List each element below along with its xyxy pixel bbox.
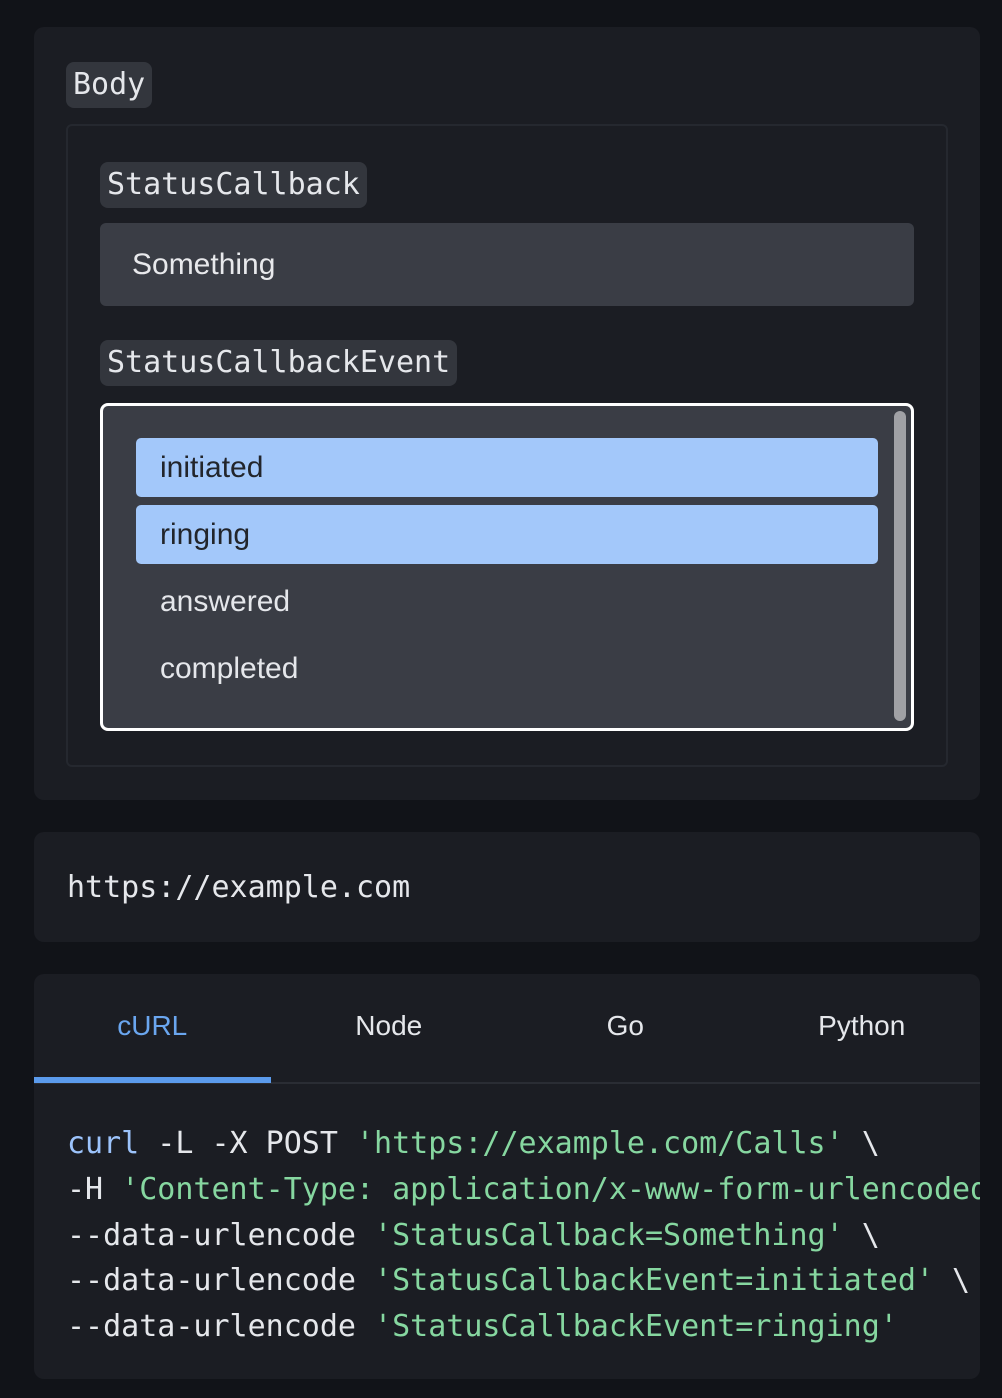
tab-curl[interactable]: cURL	[34, 974, 271, 1082]
option-answered[interactable]: answered	[136, 572, 878, 631]
code-string: 'StatusCallbackEvent=ringing'	[374, 1309, 898, 1344]
code-string: 'StatusCallbackEvent=initiated'	[374, 1263, 934, 1299]
code-string: 'StatusCallback=Something'	[374, 1217, 844, 1253]
code-flags: -L -X POST	[139, 1126, 356, 1161]
code-continuation: \	[843, 1126, 880, 1161]
status-callback-event-select[interactable]: initiated ringing answered completed	[100, 403, 914, 731]
request-url: https://example.com	[67, 870, 411, 905]
tab-python[interactable]: Python	[744, 974, 981, 1082]
url-panel: https://example.com	[34, 832, 980, 942]
code-continuation: \	[933, 1263, 971, 1299]
tab-node[interactable]: Node	[271, 974, 508, 1082]
body-label: Body	[66, 62, 153, 108]
code-flags: --data-urlencode	[67, 1309, 375, 1344]
code-flags: -H	[67, 1171, 122, 1207]
code-flags: --data-urlencode	[67, 1217, 375, 1253]
code-continuation: \	[843, 1217, 880, 1253]
code-line: --data-urlencode 'StatusCallbackEvent=in…	[67, 1258, 980, 1304]
tab-go[interactable]: Go	[507, 974, 744, 1082]
code-line: --data-urlencode 'StatusCallback=Somethi…	[67, 1213, 980, 1259]
listbox-scrollbar[interactable]	[894, 411, 906, 721]
active-tab-indicator	[34, 1077, 271, 1083]
code-command: curl	[67, 1126, 140, 1161]
status-callback-event-label: StatusCallbackEvent	[100, 340, 458, 386]
code-line: curl -L -X POST 'https://example.com/Cal…	[67, 1121, 980, 1167]
code-string: 'https://example.com/Calls'	[356, 1126, 844, 1161]
language-tabs: cURL Node Go Python	[34, 974, 980, 1084]
code-string: 'Content-Type: application/x-www-form-ur…	[121, 1171, 980, 1207]
option-completed[interactable]: completed	[136, 639, 878, 698]
option-ringing[interactable]: ringing	[136, 505, 878, 564]
code-line: --data-urlencode 'StatusCallbackEvent=ri…	[67, 1304, 980, 1350]
code-panel: cURL Node Go Python curl -L -X POST 'htt…	[34, 974, 980, 1379]
code-snippet: curl -L -X POST 'https://example.com/Cal…	[67, 1121, 980, 1350]
body-fields-frame: StatusCallback Something StatusCallbackE…	[66, 124, 948, 767]
body-panel: Body StatusCallback Something StatusCall…	[34, 27, 980, 800]
code-flags: --data-urlencode	[67, 1263, 375, 1299]
code-line: -H 'Content-Type: application/x-www-form…	[67, 1167, 980, 1213]
option-initiated[interactable]: initiated	[136, 438, 878, 497]
status-callback-label: StatusCallback	[100, 162, 367, 208]
status-callback-input[interactable]: Something	[100, 223, 914, 306]
